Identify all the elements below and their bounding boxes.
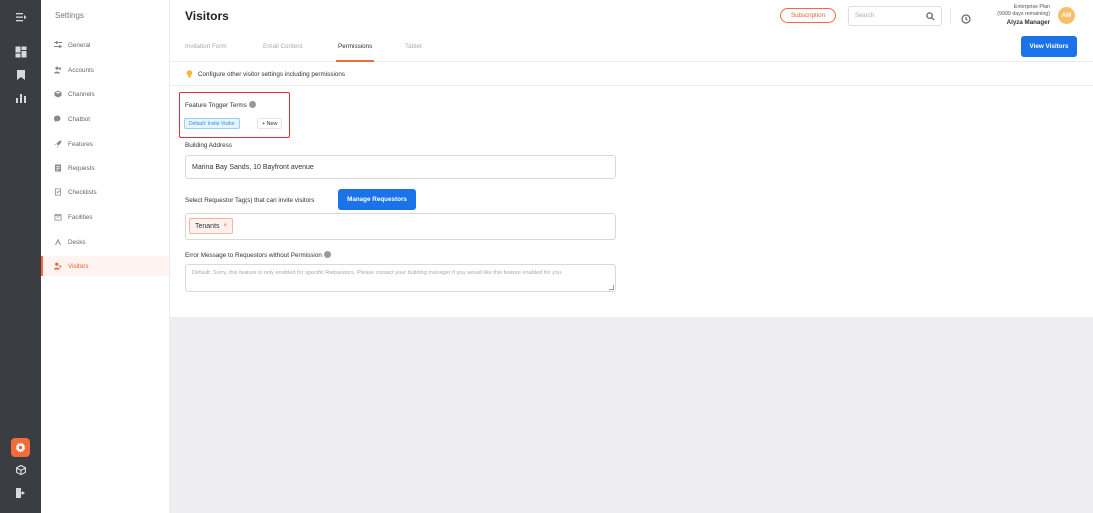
new-term-button[interactable]: + New	[257, 118, 283, 129]
tag-remove-icon[interactable]: ×	[224, 223, 228, 229]
sidebar-item-checklists[interactable]: Checklists	[41, 182, 169, 202]
search-input[interactable]: Search	[848, 6, 942, 26]
info-icon[interactable]	[323, 251, 331, 258]
calendar-icon	[53, 213, 62, 222]
building-address-input[interactable]: Marina Bay Sands, 10 Bayfront avenue	[185, 155, 616, 179]
lightbulb-icon	[186, 70, 193, 78]
info-banner: Configure other visitor settings includi…	[170, 63, 1093, 86]
dashboard-icon[interactable]	[13, 44, 28, 59]
desk-icon	[53, 238, 62, 247]
view-visitors-button[interactable]: View Visitors	[1021, 36, 1077, 57]
empty-area	[170, 317, 1093, 513]
plan-name: Enterprise Plan	[1013, 4, 1050, 10]
collapse-icon[interactable]	[13, 9, 28, 24]
plan-info: Enterprise Plan (9999 days remaining) Al…	[982, 4, 1050, 27]
chat-icon	[53, 115, 62, 124]
avatar[interactable]: AM	[1058, 7, 1075, 24]
sidebar-item-features[interactable]: Features	[41, 134, 169, 154]
sidebar-item-label: Channels	[68, 90, 95, 98]
visitors-icon	[53, 262, 62, 271]
sidebar-item-channels[interactable]: Channels	[41, 84, 169, 104]
users-icon	[53, 66, 62, 75]
sidebar-item-general[interactable]: General	[41, 35, 169, 55]
resize-handle[interactable]	[609, 285, 614, 290]
tenants-tag: Tenants ×	[189, 218, 234, 234]
page-title: Visitors	[185, 9, 229, 23]
error-message-textarea[interactable]: Default: Sorry, this feature is only ena…	[185, 264, 616, 292]
search-placeholder: Search	[855, 13, 875, 19]
settings-icon[interactable]	[11, 438, 30, 457]
sidebar-item-label: Desks	[68, 238, 86, 246]
building-address-label: Building Address	[185, 142, 232, 149]
cube-icon[interactable]	[13, 462, 28, 477]
sidebar-item-accounts[interactable]: Accounts	[41, 60, 169, 80]
sidebar-item-label: Visitors	[68, 262, 89, 270]
feature-trigger-label: Feature Trigger Terms	[185, 101, 256, 110]
user-name[interactable]: Alyza Manager	[982, 18, 1050, 27]
manage-requestors-button[interactable]: Manage Requestors	[338, 189, 416, 210]
header-divider	[950, 8, 951, 24]
settings-sidebar: Settings General Accounts Channels Chatb…	[41, 0, 170, 513]
bookmark-icon[interactable]	[13, 67, 28, 82]
sidebar-item-label: Requests	[68, 164, 95, 172]
building-address-value: Marina Bay Sands, 10 Bayfront avenue	[192, 164, 314, 171]
sidebar-item-requests[interactable]: Requests	[41, 158, 169, 178]
sidebar-title: Settings	[55, 11, 84, 20]
tab-invitation-form[interactable]: Invitation Form	[185, 43, 227, 50]
info-text: Configure other visitor settings includi…	[198, 70, 345, 78]
sidebar-item-facilities[interactable]: Facilities	[41, 207, 169, 227]
requestor-tags-label: Select Requestor Tag(s) that can invite …	[185, 197, 315, 204]
subscription-button[interactable]: Subscription	[780, 8, 836, 23]
plan-remaining: (9999 days remaining)	[997, 11, 1050, 17]
tab-permissions[interactable]: Permissions	[338, 43, 372, 50]
trigger-term-chip[interactable]: Default: Invite Visitor	[184, 118, 240, 129]
top-header: Visitors Subscription Search Enterprise …	[170, 0, 1093, 33]
help-icon[interactable]	[961, 11, 971, 24]
sidebar-item-label: Chatbot	[68, 115, 91, 123]
sidebar-item-label: Accounts	[68, 66, 94, 74]
info-icon[interactable]	[248, 101, 256, 108]
sidebar-item-label: Checklists	[68, 188, 97, 196]
sidebar-item-chatbot[interactable]: Chatbot	[41, 109, 169, 129]
error-message-label: Error Message to Requestors without Perm…	[185, 251, 331, 260]
sliders-icon	[53, 41, 62, 50]
box-icon	[53, 90, 62, 99]
active-tab-indicator	[336, 60, 374, 62]
sidebar-item-label: Facilities	[68, 213, 93, 221]
sidebar-item-label: General	[68, 41, 91, 49]
rocket-icon	[53, 140, 62, 149]
sidebar-item-desks[interactable]: Desks	[41, 232, 169, 252]
document-icon	[53, 164, 62, 173]
tag-label: Tenants	[195, 222, 220, 230]
tab-email-content[interactable]: Email Content	[263, 43, 303, 50]
highlight-box	[179, 92, 290, 138]
checklist-icon	[53, 188, 62, 197]
analytics-icon[interactable]	[13, 90, 28, 105]
icon-rail	[0, 0, 41, 513]
requestor-tags-select[interactable]	[185, 213, 616, 240]
sidebar-item-label: Features	[68, 140, 93, 148]
tab-bar: Invitation Form Email Content Permission…	[170, 33, 1093, 62]
search-icon[interactable]	[926, 12, 935, 21]
sidebar-item-visitors[interactable]: Visitors	[41, 256, 169, 276]
error-message-text: Error Message to Requestors without Perm…	[185, 252, 322, 260]
tab-tablet[interactable]: Tablet	[405, 43, 422, 50]
logout-icon[interactable]	[13, 485, 28, 500]
feature-trigger-text: Feature Trigger Terms	[185, 102, 247, 110]
error-message-placeholder: Default: Sorry, this feature is only ena…	[192, 270, 563, 276]
